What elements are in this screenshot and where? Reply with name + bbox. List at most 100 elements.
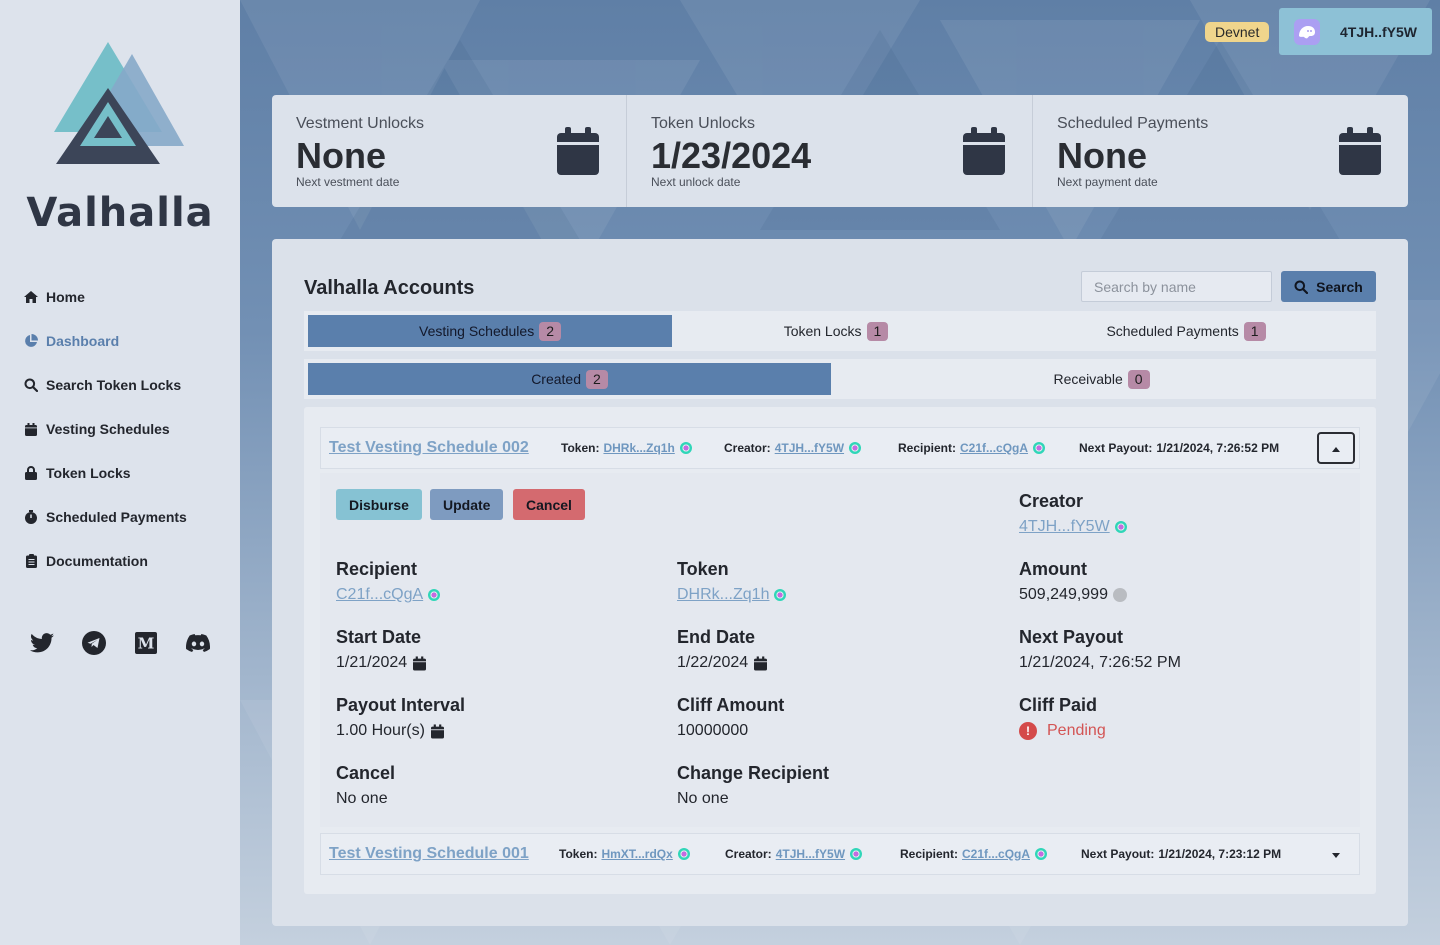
solana-icon: [850, 848, 863, 860]
sidebar-item-label: Scheduled Payments: [46, 509, 187, 525]
valhalla-logo[interactable]: [54, 42, 186, 164]
next-payout-field: Next Payout: 1/21/2024, 7:26:52 PM: [1079, 441, 1280, 455]
amount-detail: Amount 509,249,999: [1019, 559, 1127, 604]
disburse-button[interactable]: Disburse: [336, 489, 422, 520]
schedule-name-link[interactable]: Test Vesting Schedule 001: [329, 845, 529, 863]
change-recipient-detail: Change Recipient No one: [677, 763, 830, 807]
calendar-icon: [557, 127, 599, 175]
solana-icon: [849, 442, 862, 454]
wallet-button[interactable]: 4TJH..fY5W: [1279, 8, 1432, 55]
tab-receivable[interactable]: Receivable 0: [831, 363, 1372, 395]
sidebar-item-scheduled-payments[interactable]: Scheduled Payments: [24, 506, 187, 528]
creator-address-link[interactable]: 4TJH...fY5W: [775, 441, 844, 455]
solana-icon: [1035, 848, 1048, 860]
sidebar-item-dashboard[interactable]: Dashboard: [24, 330, 187, 352]
pie-chart-icon: [24, 334, 38, 348]
wallet-address: 4TJH..fY5W: [1340, 23, 1418, 40]
creator-field: Creator: 4TJH...fY5W: [725, 847, 863, 861]
stat-vestment-unlocks: Vestment Unlocks None Next vestment date: [272, 95, 627, 207]
home-icon: [24, 290, 38, 304]
token-detail: Token DHRk...Zq1h: [677, 559, 787, 604]
tab-label: Receivable: [1053, 371, 1123, 387]
clipboard-icon: [24, 554, 38, 568]
medium-icon[interactable]: M: [132, 630, 160, 656]
solana-icon: [428, 589, 441, 601]
sidebar-nav: Home Dashboard Search Token Locks Vestin…: [24, 286, 187, 594]
svg-text:M: M: [138, 635, 155, 653]
sidebar-item-label: Vesting Schedules: [46, 421, 170, 437]
solana-icon: [1033, 442, 1046, 454]
expand-toggle[interactable]: [1326, 844, 1346, 864]
payout-interval-detail: Payout Interval 1.00 Hour(s): [336, 695, 466, 739]
recipient-link[interactable]: C21f...cQgA: [336, 586, 423, 604]
creator-field: Creator: 4TJH...fY5W: [724, 441, 862, 455]
cliff-amount-detail: Cliff Amount 10000000: [677, 695, 785, 739]
stat-value: 1/23/2024: [651, 135, 812, 176]
recipient-address-link[interactable]: C21f...cQgA: [960, 441, 1028, 455]
token-coin-icon: [1112, 588, 1127, 602]
panel-title: Valhalla Accounts: [304, 277, 475, 299]
lock-icon: [24, 466, 38, 480]
solana-icon: [1114, 521, 1127, 533]
telegram-icon[interactable]: [80, 630, 108, 656]
sidebar-item-label: Search Token Locks: [46, 377, 182, 393]
sidebar-item-home[interactable]: Home: [24, 286, 187, 308]
schedule-name-link[interactable]: Test Vesting Schedule 002: [329, 439, 529, 457]
token-address-link[interactable]: DHRk...Zq1h: [603, 441, 674, 455]
next-payout-detail: Next Payout 1/21/2024, 7:26:52 PM: [1019, 627, 1181, 671]
schedule-list: Test Vesting Schedule 002 Token: DHRk...…: [304, 407, 1376, 894]
sidebar-item-search-token-locks[interactable]: Search Token Locks: [24, 374, 187, 396]
tab-token-locks[interactable]: Token Locks 1: [672, 315, 1000, 347]
calendar-icon: [754, 655, 768, 671]
stat-sub: Next unlock date: [651, 175, 741, 189]
creator-address-link[interactable]: 4TJH...fY5W: [776, 847, 845, 861]
stat-label: Scheduled Payments: [1057, 115, 1209, 132]
sidebar-item-label: Dashboard: [46, 333, 120, 349]
count-badge: 2: [539, 321, 561, 341]
discord-icon[interactable]: [184, 630, 212, 656]
sidebar-item-token-locks[interactable]: Token Locks: [24, 462, 187, 484]
sidebar-item-documentation[interactable]: Documentation: [24, 550, 187, 572]
count-badge: 2: [586, 369, 608, 389]
sidebar-item-vesting-schedules[interactable]: Vesting Schedules: [24, 418, 187, 440]
brand-name: Valhalla: [26, 190, 214, 236]
stat-sub: Next vestment date: [296, 175, 400, 189]
update-button[interactable]: Update: [430, 489, 504, 520]
schedule-row-header[interactable]: Test Vesting Schedule 001 Token: HmXT...…: [320, 833, 1360, 875]
chevron-up-icon: [1332, 441, 1340, 455]
calendar-icon: [413, 655, 427, 671]
solana-icon: [679, 442, 692, 454]
direction-tabs: Created 2 Receivable 0: [304, 359, 1376, 399]
cliff-paid-detail: Cliff Paid ! Pending: [1019, 695, 1106, 740]
exclamation-circle-icon: !: [1019, 722, 1037, 740]
accounts-panel: Valhalla Accounts Search Vesting Schedul…: [272, 239, 1408, 926]
sidebar-item-label: Token Locks: [46, 465, 131, 481]
tab-created[interactable]: Created 2: [308, 363, 831, 395]
twitter-icon[interactable]: [28, 630, 56, 656]
phantom-wallet-icon: [1294, 18, 1320, 45]
stat-value: None: [296, 135, 386, 176]
token-field: Token: DHRk...Zq1h: [561, 441, 692, 455]
start-date-detail: Start Date 1/21/2024: [336, 627, 427, 672]
creator-link[interactable]: 4TJH...fY5W: [1019, 518, 1110, 536]
tab-label: Scheduled Payments: [1106, 323, 1239, 339]
stat-sub: Next payment date: [1057, 175, 1158, 189]
stat-scheduled-payments: Scheduled Payments None Next payment dat…: [1033, 95, 1408, 207]
network-badge[interactable]: Devnet: [1205, 22, 1270, 42]
count-badge: 1: [1243, 321, 1266, 341]
search-button[interactable]: Search: [1281, 271, 1376, 302]
stat-token-unlocks: Token Unlocks 1/23/2024 Next unlock date: [627, 95, 1033, 207]
cancel-button[interactable]: Cancel: [513, 489, 585, 520]
collapse-toggle[interactable]: [1317, 432, 1355, 464]
token-link[interactable]: DHRk...Zq1h: [677, 586, 769, 604]
stat-label: Token Unlocks: [651, 115, 756, 132]
tab-label: Token Locks: [783, 323, 862, 339]
search-icon: [1294, 280, 1309, 294]
tab-scheduled-payments[interactable]: Scheduled Payments 1: [1000, 315, 1372, 347]
schedule-row-header[interactable]: Test Vesting Schedule 002 Token: DHRk...…: [320, 427, 1360, 469]
recipient-address-link[interactable]: C21f...cQgA: [962, 847, 1030, 861]
stopwatch-icon: [24, 510, 38, 524]
search-input[interactable]: [1081, 271, 1272, 302]
token-address-link[interactable]: HmXT...rdQx: [601, 847, 672, 861]
tab-vesting-schedules[interactable]: Vesting Schedules 2: [308, 315, 672, 347]
